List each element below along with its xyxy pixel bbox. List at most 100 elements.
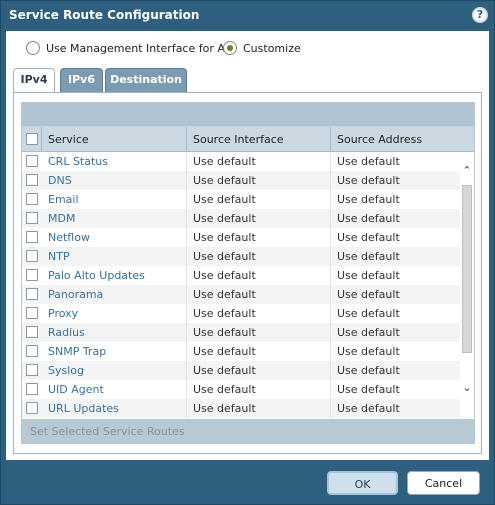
radio-option-management[interactable]: Use Management Interface for All <box>26 41 231 55</box>
service-link[interactable]: UID Agent <box>42 380 187 399</box>
service-link[interactable]: Email <box>42 190 187 209</box>
table-header: Service Source Interface Source Address <box>22 127 474 152</box>
scrollbar-thumb[interactable] <box>462 185 472 353</box>
source-address-value: Use default <box>337 250 400 263</box>
select-all-checkbox[interactable] <box>26 133 38 145</box>
source-address-value: Use default <box>337 402 400 415</box>
source-address-value: Use default <box>337 174 400 187</box>
source-address-value: Use default <box>337 307 400 320</box>
row-checkbox[interactable] <box>26 383 38 395</box>
table-row[interactable]: Radius Use default Use default <box>22 323 460 342</box>
tab-ipv4[interactable]: IPv4 <box>13 68 55 93</box>
table-toolbar <box>22 103 474 127</box>
source-interface-value: Use default <box>187 190 331 209</box>
help-icon[interactable]: ? <box>472 7 488 23</box>
row-checkbox[interactable] <box>26 345 38 357</box>
table-row[interactable]: UID Agent Use default Use default <box>22 380 460 399</box>
source-address-value: Use default <box>337 155 400 168</box>
service-link[interactable]: URL Updates <box>42 399 187 418</box>
table-row[interactable]: CRL Status Use default Use default <box>22 152 460 171</box>
source-address-value: Use default <box>337 288 400 301</box>
tab-destination[interactable]: Destination <box>105 68 187 92</box>
source-address-value: Use default <box>337 231 400 244</box>
table-body: CRL Status Use default Use default DNS Use … <box>22 152 460 419</box>
source-interface-value: Use default <box>187 247 331 266</box>
column-header-source-interface[interactable]: Source Interface <box>187 127 331 151</box>
table-row[interactable]: MDM Use default Use default <box>22 209 460 228</box>
dialog-content: Use Management Interface for All Customi… <box>6 31 489 460</box>
row-checkbox[interactable] <box>26 174 38 186</box>
source-address-value: Use default <box>337 345 400 358</box>
service-link[interactable]: Netflow <box>42 228 187 247</box>
row-checkbox[interactable] <box>26 155 38 167</box>
row-checkbox[interactable] <box>26 364 38 376</box>
service-link[interactable]: NTP <box>42 247 187 266</box>
source-address-value: Use default <box>337 269 400 282</box>
radio-customize[interactable] <box>223 41 237 55</box>
source-interface-value: Use default <box>187 285 331 304</box>
tab-ipv6[interactable]: IPv6 <box>60 68 103 92</box>
row-checkbox[interactable] <box>26 288 38 300</box>
dialog-title: Service Route Configuration <box>9 8 200 22</box>
source-address-value: Use default <box>337 364 400 377</box>
service-route-dialog: Service Route Configuration ? Use Manage… <box>0 0 495 505</box>
source-interface-value: Use default <box>187 152 331 171</box>
source-interface-value: Use default <box>187 171 331 190</box>
source-interface-value: Use default <box>187 209 331 228</box>
table-row[interactable]: Syslog Use default Use default <box>22 361 460 380</box>
table-row[interactable]: Panorama Use default Use default <box>22 285 460 304</box>
table-row[interactable]: SNMP Trap Use default Use default <box>22 342 460 361</box>
row-checkbox[interactable] <box>26 326 38 338</box>
service-link[interactable]: Panorama <box>42 285 187 304</box>
source-interface-value: Use default <box>187 380 331 399</box>
radio-label-management: Use Management Interface for All <box>46 41 232 55</box>
row-checkbox[interactable] <box>26 231 38 243</box>
source-interface-value: Use default <box>187 323 331 342</box>
source-interface-value: Use default <box>187 361 331 380</box>
column-header-source-address[interactable]: Source Address <box>331 127 460 151</box>
row-checkbox[interactable] <box>26 307 38 319</box>
radio-option-customize[interactable]: Customize <box>223 41 301 55</box>
source-interface-value: Use default <box>187 399 331 418</box>
source-address-value: Use default <box>337 383 400 396</box>
chevron-down-icon[interactable]: ⌄ <box>460 381 474 395</box>
table-row[interactable]: DNS Use default Use default <box>22 171 460 190</box>
row-checkbox[interactable] <box>26 193 38 205</box>
source-interface-value: Use default <box>187 266 331 285</box>
service-link[interactable]: SNMP Trap <box>42 342 187 361</box>
set-selected-service-routes-button[interactable]: Set Selected Service Routes <box>22 419 474 443</box>
radio-label-customize: Customize <box>243 41 301 55</box>
chevron-up-icon[interactable]: ⌃ <box>460 164 474 178</box>
table-row[interactable]: Email Use default Use default <box>22 190 460 209</box>
row-checkbox[interactable] <box>26 212 38 224</box>
column-header-service[interactable]: Service <box>42 127 187 151</box>
ok-button[interactable]: OK <box>327 471 398 495</box>
header-select-cell <box>22 127 42 151</box>
service-link[interactable]: Radius <box>42 323 187 342</box>
table-row[interactable]: NTP Use default Use default <box>22 247 460 266</box>
source-address-value: Use default <box>337 193 400 206</box>
service-link[interactable]: MDM <box>42 209 187 228</box>
source-interface-value: Use default <box>187 228 331 247</box>
source-interface-value: Use default <box>187 304 331 323</box>
table-row[interactable]: Proxy Use default Use default <box>22 304 460 323</box>
service-link[interactable]: CRL Status <box>42 152 187 171</box>
service-link[interactable]: Palo Alto Updates <box>42 266 187 285</box>
tab-panel-ipv4: Service Source Interface Source Address … <box>13 92 482 454</box>
table-row[interactable]: Netflow Use default Use default <box>22 228 460 247</box>
table-row[interactable]: URL Updates Use default Use default <box>22 399 460 418</box>
source-address-value: Use default <box>337 326 400 339</box>
row-checkbox[interactable] <box>26 269 38 281</box>
source-address-value: Use default <box>337 212 400 225</box>
row-checkbox[interactable] <box>26 250 38 262</box>
row-checkbox[interactable] <box>26 402 38 414</box>
cancel-button[interactable]: Cancel <box>407 471 480 495</box>
service-link[interactable]: Proxy <box>42 304 187 323</box>
service-link[interactable]: Syslog <box>42 361 187 380</box>
service-link[interactable]: DNS <box>42 171 187 190</box>
source-interface-value: Use default <box>187 342 331 361</box>
service-route-table: Service Source Interface Source Address … <box>21 102 475 444</box>
vertical-scrollbar[interactable]: ⌃ ⌄ <box>460 152 474 419</box>
radio-management[interactable] <box>26 41 40 55</box>
table-row[interactable]: Palo Alto Updates Use default Use default <box>22 266 460 285</box>
